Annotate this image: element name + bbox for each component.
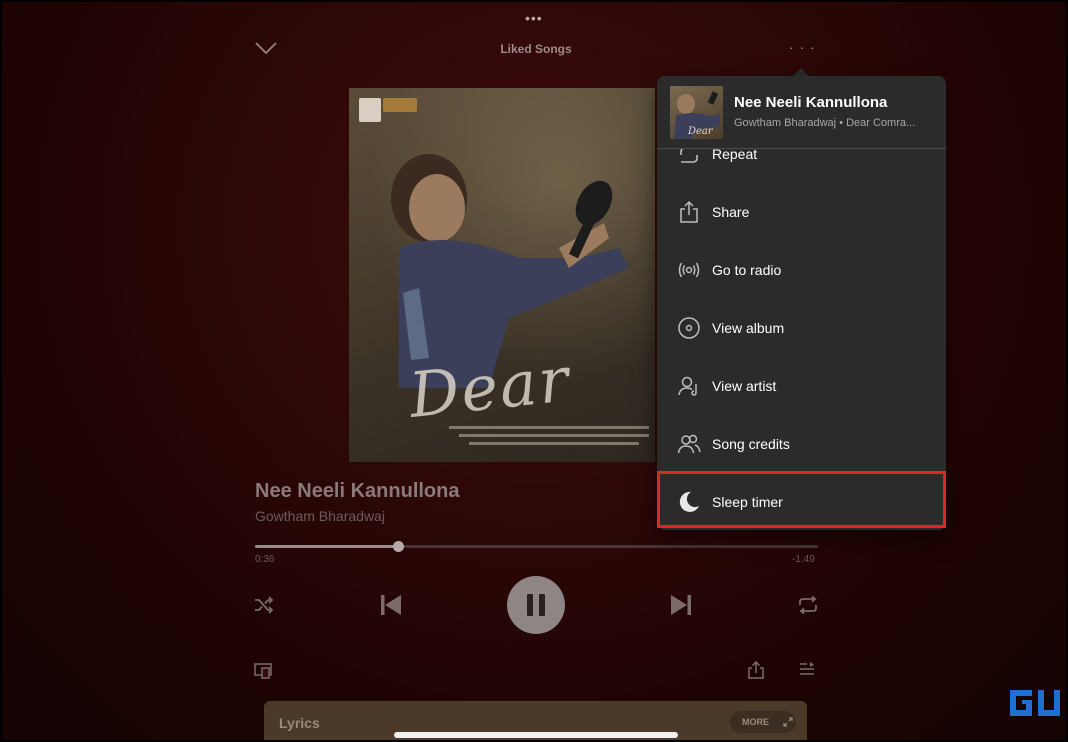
album-credits-text: [449, 426, 649, 445]
song-artist[interactable]: Gowtham Bharadwaj: [255, 508, 385, 524]
menu-item-song-credits[interactable]: Song credits: [657, 415, 946, 473]
share-icon: [680, 200, 698, 223]
next-track-icon[interactable]: [669, 593, 693, 617]
lyrics-more-button[interactable]: MORE: [730, 711, 796, 733]
multitasking-dots-icon[interactable]: •••: [525, 10, 543, 26]
menu-item-label: Share: [712, 204, 750, 220]
radio-icon: [678, 262, 700, 278]
expand-icon: [783, 717, 793, 727]
song-title: Nee Neeli Kannullona: [255, 480, 460, 502]
playlist-title: Liked Songs: [500, 42, 572, 56]
artist-icon: [678, 376, 697, 396]
menu-item-label: View artist: [712, 378, 777, 394]
chevron-down-icon[interactable]: [254, 38, 278, 58]
time-remaining: -1:49: [792, 554, 815, 565]
progress-slider[interactable]: [255, 541, 818, 552]
watermark-logo: [1010, 690, 1060, 716]
progress-knob[interactable]: [393, 541, 404, 552]
previous-track-icon[interactable]: [379, 593, 403, 617]
progress-fill: [255, 545, 398, 548]
menu-song-title: Nee Neeli Kannullona: [734, 94, 888, 111]
menu-item-view-album[interactable]: View album: [657, 299, 946, 357]
moon-icon: [679, 491, 699, 512]
menu-item-label: View album: [712, 320, 785, 336]
menu-item-label: Song credits: [712, 436, 790, 452]
credits-icon: [677, 434, 701, 454]
menu-song-subtitle: Gowtham Bharadwaj • Dear Comra...: [734, 117, 916, 129]
menu-item-view-artist[interactable]: View artist: [657, 357, 946, 415]
menu-item-go-to-radio[interactable]: Go to radio: [657, 241, 946, 299]
album-icon: [678, 317, 700, 339]
shuffle-icon[interactable]: [254, 596, 274, 614]
menu-item-label: Go to radio: [712, 262, 782, 278]
menu-header: Dear Nee Neeli Kannullona Gowtham Bharad…: [657, 76, 946, 149]
queue-icon[interactable]: [799, 662, 815, 678]
player-screen: ••• Liked Songs · · · Dear Nee Neeli Kan…: [0, 0, 1068, 742]
pause-icon: [527, 594, 545, 616]
pause-button[interactable]: [507, 576, 565, 634]
lyrics-more-label: MORE: [742, 717, 769, 727]
context-menu: Dear Nee Neeli Kannullona Gowtham Bharad…: [657, 76, 946, 530]
label-logo: [359, 98, 381, 122]
menu-item-share[interactable]: Share: [657, 183, 946, 241]
album-art: Dear: [349, 88, 655, 462]
home-indicator[interactable]: [394, 732, 678, 738]
menu-item-sleep-timer[interactable]: Sleep timer: [657, 473, 946, 530]
svg-text:Dear: Dear: [687, 126, 714, 137]
more-options-icon[interactable]: · · ·: [789, 39, 816, 55]
studio-logo: [383, 98, 417, 112]
repeat-icon[interactable]: [797, 596, 819, 614]
lyrics-label: Lyrics: [279, 715, 320, 731]
menu-item-label: Sleep timer: [712, 494, 783, 510]
devices-icon[interactable]: [254, 663, 272, 679]
time-elapsed: 0:36: [255, 554, 275, 565]
share-icon[interactable]: [748, 661, 764, 679]
menu-album-thumbnail: Dear: [670, 86, 723, 139]
thumbnail-illustration: Dear: [674, 91, 720, 139]
